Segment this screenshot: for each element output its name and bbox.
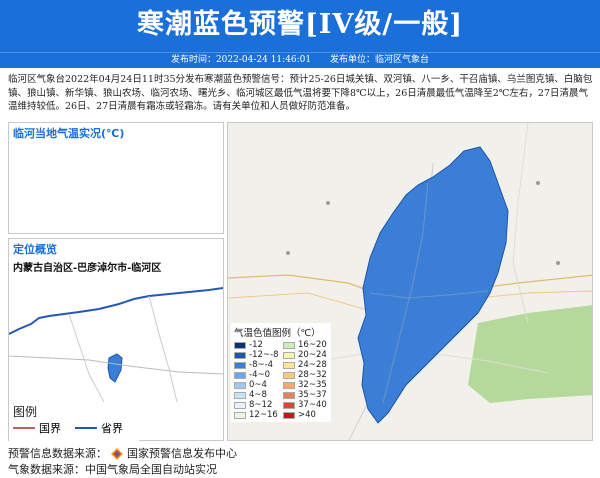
warning-text: 临河区气象台2022年04月24日11时35分发布寒潮蓝色预警信号：预计25-2… (8, 74, 593, 112)
color-legend-item: 12~16 (234, 411, 279, 420)
color-legend-item: 37~40 (283, 401, 328, 410)
temperature-color-legend: 气温色值图例（℃） -12 16~20 -12~-8 20~24 -8~-4 24~28-… (231, 323, 331, 422)
temperature-panel-title: 临河当地气温实况(℃) (13, 127, 125, 140)
color-legend-label: >40 (298, 410, 316, 420)
location-path: 内蒙古自治区-巴彦淖尔市-临河区 (13, 263, 162, 274)
color-swatch (234, 402, 246, 409)
color-legend-label: -12~-8 (249, 350, 279, 360)
footer: 预警信息数据来源： 国家预警信息发布中心 气象数据来源：中国气象局全国自动站实况 (8, 446, 237, 478)
color-legend-item: 35~37 (283, 391, 328, 400)
color-swatch (234, 412, 246, 419)
color-legend-item: 20~24 (283, 351, 328, 360)
color-swatch (234, 392, 246, 399)
legend-title: 图例 (13, 405, 38, 419)
color-swatch (283, 362, 295, 369)
color-legend-item: -4~0 (234, 371, 279, 380)
color-swatch (234, 382, 246, 389)
province-border-swatch (75, 427, 97, 429)
national-border-swatch (13, 427, 35, 429)
place-marker (326, 201, 330, 205)
overview-map[interactable] (9, 274, 223, 402)
color-legend-label: 4~8 (249, 390, 267, 400)
color-swatch (283, 382, 295, 389)
color-swatch (234, 352, 246, 359)
color-legend-item: >40 (283, 411, 328, 420)
color-legend-label: 32~35 (298, 380, 327, 390)
legend-label: 省界 (101, 422, 123, 435)
color-swatch (283, 352, 295, 359)
color-legend-label: 20~24 (298, 350, 327, 360)
color-legend-item: -8~-4 (234, 361, 279, 370)
legend-item-national: 国界 (13, 420, 61, 436)
footer-source-row: 预警信息数据来源： 国家预警信息发布中心 (8, 446, 237, 462)
color-swatch (234, 362, 246, 369)
color-legend-item: 8~12 (234, 401, 279, 410)
color-legend-item: 24~28 (283, 361, 328, 370)
color-swatch (283, 372, 295, 379)
color-swatch (283, 342, 295, 349)
color-legend-label: 8~12 (249, 400, 273, 410)
data-source-label: 气象数据来源：中国气象局全国自动站实况 (8, 463, 217, 476)
color-swatch (283, 392, 295, 399)
color-swatch (283, 412, 295, 419)
source-label: 预警信息数据来源： (8, 447, 107, 460)
color-legend-item: 32~35 (283, 381, 328, 390)
publish-info-bar: 发布时间：2022-04-24 11:46:01 发布单位：临河区气象台 (0, 52, 600, 68)
color-legend-label: 37~40 (298, 400, 327, 410)
color-legend-label: 12~16 (249, 410, 278, 420)
source-name: 国家预警信息发布中心 (127, 447, 237, 460)
legend-label: 国界 (39, 422, 61, 435)
color-swatch (283, 402, 295, 409)
color-legend-grid: -12 16~20 -12~-8 20~24 -8~-4 24~28 -4~0 28~32 0~… (234, 341, 328, 420)
color-swatch (234, 372, 246, 379)
color-legend-item: -12 (234, 341, 279, 350)
color-legend-item: 0~4 (234, 381, 279, 390)
place-marker (286, 251, 290, 255)
color-legend-label: -8~-4 (249, 360, 274, 370)
place-marker (536, 181, 540, 185)
color-legend-item: 28~32 (283, 371, 328, 380)
publish-time: 发布时间：2022-04-24 11:46:01 (170, 55, 312, 65)
header-bar: 寒潮蓝色预警[IV级/一般] (0, 0, 600, 52)
color-legend-label: 0~4 (249, 380, 267, 390)
color-legend-label: 35~37 (298, 390, 327, 400)
color-legend-item: 16~20 (283, 341, 328, 350)
color-legend-label: -12 (249, 340, 263, 350)
footer-data-row: 气象数据来源：中国气象局全国自动站实况 (8, 462, 237, 478)
warning-center-logo-icon (111, 448, 123, 460)
temperature-panel: 临河当地气温实况(℃) (8, 122, 224, 234)
color-legend-label: 16~20 (298, 340, 327, 350)
color-swatch (234, 342, 246, 349)
page-title: 寒潮蓝色预警[IV级/一般] (137, 9, 463, 40)
location-panel-title: 定位概览 (13, 243, 57, 256)
color-legend-label: 24~28 (298, 360, 327, 370)
color-legend-title: 气温色值图例（℃） (234, 328, 321, 339)
boundary-legend: 图例 国界 省界 (9, 403, 139, 441)
color-legend-item: -12~-8 (234, 351, 279, 360)
place-marker (556, 261, 560, 265)
legend-item-province: 省界 (75, 420, 123, 436)
color-legend-item: 4~8 (234, 391, 279, 400)
publish-unit: 发布单位：临河区气象台 (330, 55, 430, 65)
color-legend-label: 28~32 (298, 370, 327, 380)
color-legend-label: -4~0 (249, 370, 271, 380)
